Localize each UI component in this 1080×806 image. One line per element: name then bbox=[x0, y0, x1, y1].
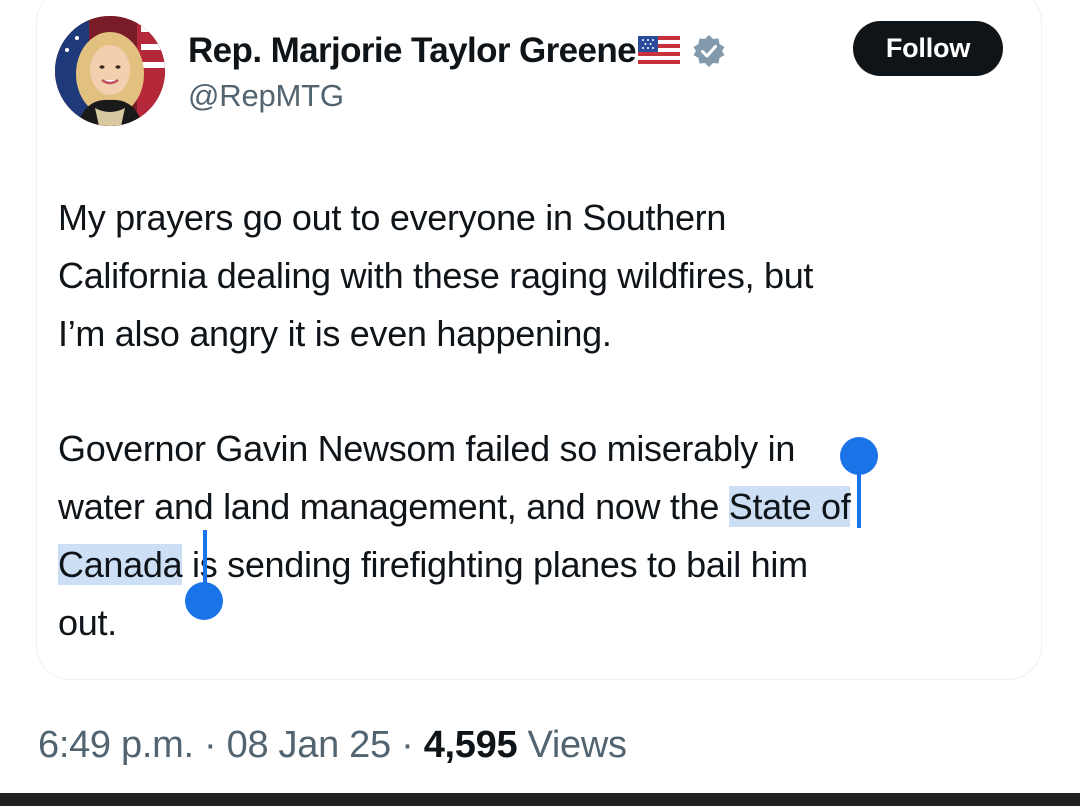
tweet-paragraph-2: Governor Gavin Newsom failed so miserabl… bbox=[58, 420, 851, 652]
us-flag-icon bbox=[638, 36, 681, 66]
author-handle[interactable]: @RepMTG bbox=[188, 78, 344, 114]
views-count[interactable]: 4,595 bbox=[424, 724, 518, 766]
verified-badge-icon[interactable] bbox=[692, 34, 726, 68]
tweet-line: California dealing with these raging wil… bbox=[58, 255, 814, 296]
text-selection[interactable]: Canada bbox=[58, 544, 183, 585]
meta-separator: · bbox=[390, 724, 424, 766]
selection-end-handle[interactable] bbox=[185, 582, 223, 620]
tweet-time[interactable]: 6:49 p.m. bbox=[38, 724, 194, 766]
tweet-line: out. bbox=[58, 602, 117, 643]
tweet-text-segment: water and land management, and now the bbox=[58, 486, 729, 527]
tweet-text-segment: is sending firefighting planes to bail h… bbox=[182, 544, 808, 585]
author-name-row: Rep. Marjorie Taylor Greene bbox=[188, 26, 726, 76]
bottom-bar bbox=[0, 793, 1080, 806]
tweet-line: water and land management, and now the S… bbox=[58, 478, 851, 536]
tweet-meta: 6:49 p.m. · 08 Jan 25 · 4,595 Views bbox=[38, 724, 627, 767]
selection-start-handle[interactable] bbox=[840, 437, 878, 475]
tweet-paragraph-1: My prayers go out to everyone in Souther… bbox=[58, 189, 813, 363]
views-label: Views bbox=[517, 724, 627, 766]
tweet-date[interactable]: 08 Jan 25 bbox=[227, 724, 392, 766]
display-name[interactable]: Rep. Marjorie Taylor Greene bbox=[188, 31, 637, 71]
tweet-line: My prayers go out to everyone in Souther… bbox=[58, 197, 727, 238]
avatar[interactable] bbox=[55, 16, 165, 126]
meta-separator: · bbox=[193, 724, 227, 766]
tweet-line: Governor Gavin Newsom failed so miserabl… bbox=[58, 428, 796, 469]
tweet-line: Canada is sending firefighting planes to… bbox=[58, 536, 850, 594]
text-selection[interactable]: State of bbox=[728, 486, 851, 527]
follow-button[interactable]: Follow bbox=[853, 21, 1003, 76]
tweet-line: I’m also angry it is even happening. bbox=[58, 313, 612, 354]
